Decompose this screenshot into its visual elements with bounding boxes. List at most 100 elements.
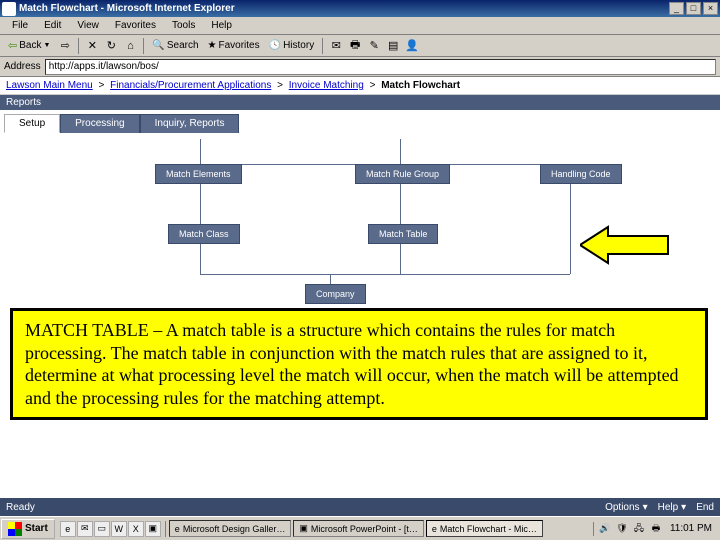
menu-help[interactable]: Help xyxy=(203,18,240,33)
status-help[interactable]: Help ▾ xyxy=(658,502,687,513)
breadcrumb-link-main[interactable]: Lawson Main Menu xyxy=(6,80,93,91)
ql-desktop-icon[interactable]: ▭ xyxy=(94,521,110,537)
task-flowchart[interactable]: eMatch Flowchart - Mic… xyxy=(426,520,543,537)
tray-icon[interactable]: 🖶 xyxy=(649,522,663,536)
arrow-callout xyxy=(580,224,670,269)
line xyxy=(570,224,571,274)
line xyxy=(200,139,201,164)
address-input[interactable] xyxy=(45,59,716,75)
titlebar: Match Flowchart - Microsoft Internet Exp… xyxy=(0,0,720,17)
print-button[interactable]: 🖶 xyxy=(347,38,363,54)
task-gallery[interactable]: eMicrosoft Design Galler… xyxy=(169,520,292,537)
status-end[interactable]: End xyxy=(696,502,714,513)
status-left: Ready xyxy=(6,502,35,513)
back-arrow-icon: ⇦ xyxy=(8,39,17,52)
ie-icon xyxy=(2,2,16,16)
status-options[interactable]: Options ▾ xyxy=(605,502,648,513)
menubar: File Edit View Favorites Tools Help xyxy=(0,17,720,35)
box-match-class[interactable]: Match Class xyxy=(168,224,240,244)
windows-logo-icon xyxy=(8,522,22,536)
tray-icon[interactable]: 🛡 xyxy=(615,522,629,536)
chevron-down-icon: ▾ xyxy=(643,502,648,513)
forward-button[interactable]: ⇨ xyxy=(57,38,73,54)
box-handling-code[interactable]: Handling Code xyxy=(540,164,622,184)
taskbar: Start e ✉ ▭ W X ▣ eMicrosoft Design Gall… xyxy=(0,516,720,540)
definition-callout: MATCH TABLE – A match table is a structu… xyxy=(10,308,708,420)
callout-text: MATCH TABLE – A match table is a structu… xyxy=(25,320,679,408)
maximize-button[interactable]: □ xyxy=(686,2,701,15)
subheader: Reports xyxy=(0,95,720,110)
menu-edit[interactable]: Edit xyxy=(36,18,69,33)
toolbar: ⇦ Back ▼ ⇨ ✕ ↻ ⌂ 🔍Search ★Favorites 🕓His… xyxy=(0,35,720,57)
breadcrumb: Lawson Main Menu > Financials/Procuremen… xyxy=(0,77,720,95)
separator xyxy=(322,38,323,54)
ql-app-icon[interactable]: ▣ xyxy=(145,521,161,537)
back-button[interactable]: ⇦ Back ▼ xyxy=(4,37,54,54)
start-button[interactable]: Start xyxy=(1,519,55,539)
dropdown-icon: ▼ xyxy=(43,42,50,49)
line xyxy=(400,244,401,274)
minimize-button[interactable]: _ xyxy=(669,2,684,15)
ie-icon: e xyxy=(432,524,437,534)
breadcrumb-link-invoice[interactable]: Invoice Matching xyxy=(289,80,364,91)
star-icon: ★ xyxy=(208,40,217,51)
menu-tools[interactable]: Tools xyxy=(164,18,203,33)
box-match-elements[interactable]: Match Elements xyxy=(155,164,242,184)
menu-view[interactable]: View xyxy=(69,18,107,33)
tab-inquiry[interactable]: Inquiry, Reports xyxy=(140,114,240,133)
messenger-button[interactable]: 👤 xyxy=(404,38,420,54)
line xyxy=(200,274,570,275)
back-label: Back xyxy=(19,40,41,51)
box-company[interactable]: Company xyxy=(305,284,366,304)
history-icon: 🕓 xyxy=(269,40,281,51)
tab-processing[interactable]: Processing xyxy=(60,114,139,133)
ie-icon: e xyxy=(175,524,180,534)
task-buttons: eMicrosoft Design Galler… ▣Microsoft Pow… xyxy=(166,520,593,537)
menu-favorites[interactable]: Favorites xyxy=(107,18,164,33)
ppt-icon: ▣ xyxy=(299,523,308,534)
line xyxy=(570,184,571,224)
box-match-rule-group[interactable]: Match Rule Group xyxy=(355,164,450,184)
refresh-button[interactable]: ↻ xyxy=(103,38,119,54)
tabs: Setup Processing Inquiry, Reports xyxy=(0,110,720,133)
box-match-table[interactable]: Match Table xyxy=(368,224,438,244)
start-label: Start xyxy=(25,523,48,534)
ql-word-icon[interactable]: W xyxy=(111,521,127,537)
line xyxy=(400,139,401,164)
breadcrumb-sep: > xyxy=(99,80,105,91)
system-tray: 🔊 🛡 🖧 🖶 11:01 PM xyxy=(593,522,720,536)
ql-excel-icon[interactable]: X xyxy=(128,521,144,537)
address-label: Address xyxy=(4,61,41,72)
search-icon: 🔍 xyxy=(152,40,164,51)
window-buttons: _ □ × xyxy=(669,2,718,15)
home-button[interactable]: ⌂ xyxy=(122,38,138,54)
search-button[interactable]: 🔍Search xyxy=(149,40,201,51)
addressbar: Address xyxy=(0,57,720,77)
quicklaunch: e ✉ ▭ W X ▣ xyxy=(56,521,166,537)
ql-ie-icon[interactable]: e xyxy=(60,521,76,537)
separator xyxy=(78,38,79,54)
stop-button[interactable]: ✕ xyxy=(84,38,100,54)
edit-button[interactable]: ✎ xyxy=(366,38,382,54)
line xyxy=(200,244,201,274)
close-button[interactable]: × xyxy=(703,2,718,15)
tab-setup[interactable]: Setup xyxy=(4,114,60,133)
task-powerpoint[interactable]: ▣Microsoft PowerPoint - [t… xyxy=(293,520,424,537)
breadcrumb-sep: > xyxy=(370,80,376,91)
app-statusbar: Ready Options ▾ Help ▾ End xyxy=(0,498,720,516)
mail-button[interactable]: ✉ xyxy=(328,38,344,54)
window-title: Match Flowchart - Microsoft Internet Exp… xyxy=(19,3,669,14)
ql-outlook-icon[interactable]: ✉ xyxy=(77,521,93,537)
history-button[interactable]: 🕓History xyxy=(266,40,318,51)
chevron-down-icon: ▾ xyxy=(681,502,686,513)
content-area: Setup Processing Inquiry, Reports Match … xyxy=(0,110,720,480)
breadcrumb-sep: > xyxy=(277,80,283,91)
clock[interactable]: 11:01 PM xyxy=(666,523,716,534)
tray-icon[interactable]: 🖧 xyxy=(632,522,646,536)
breadcrumb-link-financials[interactable]: Financials/Procurement Applications xyxy=(110,80,271,91)
line xyxy=(200,184,201,224)
discuss-button[interactable]: ▤ xyxy=(385,38,401,54)
menu-file[interactable]: File xyxy=(4,18,36,33)
tray-icon[interactable]: 🔊 xyxy=(598,522,612,536)
favorites-button[interactable]: ★Favorites xyxy=(205,40,263,51)
